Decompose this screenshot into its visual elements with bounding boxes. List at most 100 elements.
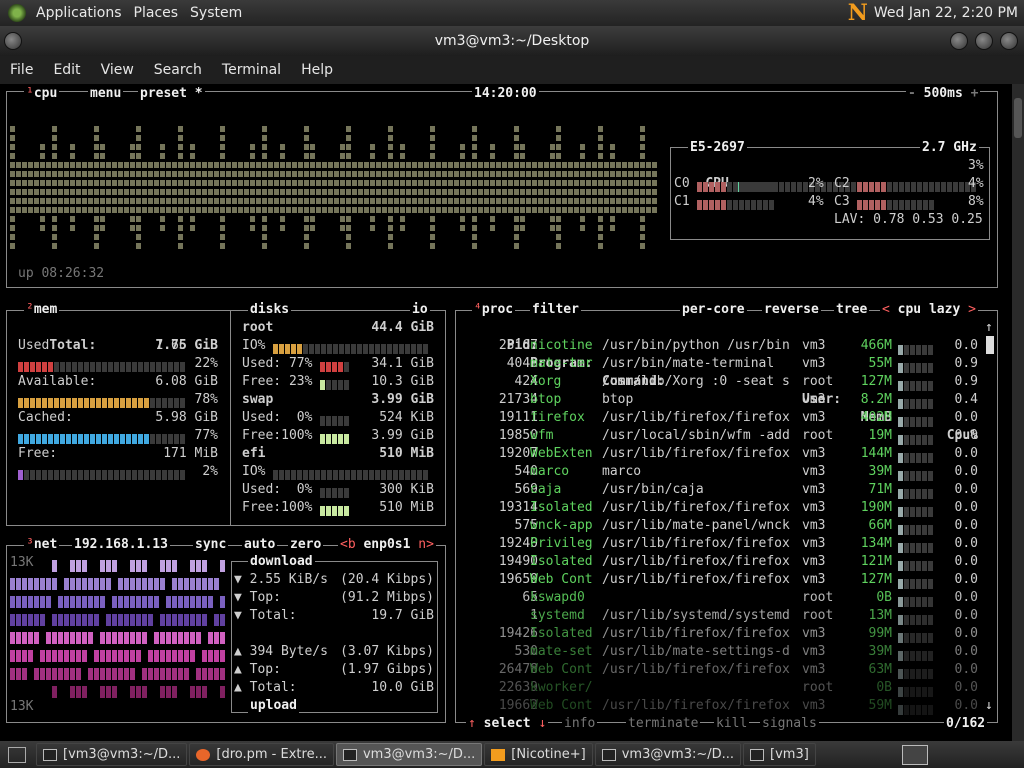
net-iface-selector[interactable]: <b enp0s1 n> [338,538,436,552]
proc-row[interactable]: 4048 mate-ter/usr/bin/mate-terminal vm3 55M… [462,355,980,373]
proc-row[interactable]: 1 systemd/usr/lib/systemd/systemd root 13M 0… [462,607,980,625]
net-graph-cell [16,560,21,572]
proc-scroll-up-icon[interactable]: ↑ [985,319,993,337]
terminal-icon [43,748,57,761]
cpu-menu-label[interactable]: menu [88,87,124,101]
net-graph-cell [40,650,45,662]
cpu-interval[interactable]: - 500ms + [906,87,981,101]
proc-row[interactable]: 23167 nicotine/usr/bin/python /usr/bin vm3… [462,337,980,355]
terminal-scrollbar[interactable] [1012,84,1024,741]
net-zero-toggle[interactable]: zero [288,538,324,552]
proc-pid: 1 [530,608,538,623]
proc-filter[interactable]: filter [530,303,581,317]
close-button[interactable] [1000,32,1018,50]
proc-row[interactable]: 19426 Isolated/usr/lib/firefox/firefox vm3… [462,625,980,643]
net-auto-toggle[interactable]: auto [242,538,278,552]
proc-row[interactable]: 530 mate-set/usr/lib/mate-settings-d vm3 39… [462,643,980,661]
panel-clock[interactable]: Wed Jan 22, 2:20 PM [874,5,1018,21]
taskbar-item[interactable]: [dro.pm - Extre... [189,743,334,766]
proc-row[interactable]: 19314 Isolated/usr/lib/firefox/firefox vm3… [462,499,980,517]
mem-box-title[interactable]: ²mem [24,303,60,317]
terminal-area[interactable]: ¹cpu menu preset * 14:20:00 - 500ms + up… [0,84,1012,741]
cpu-box-title[interactable]: ¹cpu [24,87,60,101]
proc-per-core-toggle[interactable]: per-core [680,303,747,317]
cpu-graph-column [136,126,141,252]
net-graph-cell [178,614,183,626]
proc-box-title[interactable]: ⁴proc [472,303,516,317]
proc-row[interactable]: 19207 WebExten/usr/lib/firefox/firefox vm3… [462,445,980,463]
menu-terminal[interactable]: Terminal [212,62,291,78]
cpu-graph-column [472,126,477,252]
proc-signals-button[interactable]: signals [760,717,819,731]
proc-row[interactable]: 540 marco marco vm3 39M 0.0 [462,463,980,481]
proc-scroll-down-icon[interactable]: ↓ [985,697,993,715]
cpu-graph-column [586,162,591,216]
proc-tree-toggle[interactable]: tree [834,303,870,317]
menu-help[interactable]: Help [291,62,343,78]
applications-menu[interactable]: Applications [30,5,128,21]
net-box-title[interactable]: ³net [24,538,60,552]
net-graph-cell [190,668,195,680]
net-graph-cell [136,614,141,626]
proc-terminate-button[interactable]: terminate [626,717,701,731]
proc-select[interactable]: ↑ select ↓ [466,717,549,731]
places-menu[interactable]: Places [128,5,185,21]
workspace-switcher[interactable] [902,744,928,765]
disks-box-title[interactable]: disks [248,303,292,317]
menu-edit[interactable]: Edit [43,62,90,78]
proc-row[interactable]: 19490 Isolated/usr/lib/firefox/firefox vm3… [462,553,980,571]
maximize-button[interactable] [975,32,993,50]
proc-info-button[interactable]: info [562,717,598,731]
net-graph-cell [64,650,69,662]
window-menu-icon[interactable] [4,32,22,50]
taskbar-item[interactable]: [Nicotine+] [484,743,593,766]
disks-io-toggle[interactable]: io [410,303,430,317]
proc-row[interactable]: 21734 btop btop vm3 8.2M 0.4 [462,391,980,409]
net-graph-cell [184,668,189,680]
net-graph-cell [46,686,51,698]
proc-row[interactable]: 19240 Privileg/usr/lib/firefox/firefox vm3… [462,535,980,553]
mem-row: Free: 171 MiB [18,445,218,463]
net-graph-cell [202,650,207,662]
cpu-graph-column [58,162,63,216]
proc-row[interactable]: 424 Xorg/usr/lib/Xorg :0 -seat s root 127M 0… [462,373,980,391]
net-sync-toggle[interactable]: sync [193,538,229,552]
proc-command: /usr/local/sbin/wfm -add [602,428,790,443]
proc-row[interactable]: 65 kswapd0 root 0B 0.0 [462,589,980,607]
proc-row[interactable]: 19659 Web Cont/usr/lib/firefox/firefox vm3… [462,571,980,589]
proc-scroll-thumb[interactable] [986,336,994,354]
taskbar-item[interactable]: [vm3] [743,743,816,766]
system-menu[interactable]: System [184,5,248,21]
proc-reverse-toggle[interactable]: reverse [762,303,821,317]
net-graph-cell [40,686,45,698]
proc-row[interactable]: 575 wnck-app/usr/lib/mate-panel/wnck vm3 66… [462,517,980,535]
menu-search[interactable]: Search [144,62,212,78]
nicotine-tray-icon[interactable]: N [848,0,868,26]
cpu-graph-column [244,162,249,216]
proc-row[interactable]: 19850 wfm/usr/local/sbin/wfm -add root 19M 0… [462,427,980,445]
show-desktop-icon[interactable] [8,746,26,763]
proc-row[interactable]: 19111 firefox/usr/lib/firefox/firefox vm3 4… [462,409,980,427]
proc-row[interactable]: 26478 Web Cont/usr/lib/firefox/firefox vm3… [462,661,980,679]
proc-sort-selector[interactable]: < cpu lazy > [880,303,978,317]
window-titlebar[interactable]: vm3@vm3:~/Desktop [0,26,1024,56]
taskbar-item[interactable]: vm3@vm3:~/D... [335,743,483,766]
cpu-graph-column [94,126,99,252]
net-graph-cell [208,560,213,572]
taskbar-item[interactable]: vm3@vm3:~/D... [594,743,742,766]
cpu-preset-label[interactable]: preset * [138,87,205,101]
proc-row[interactable]: 19662 Web Cont/usr/lib/firefox/firefox vm3… [462,697,980,715]
download-rate: ▼ 2.55 KiB/s (20.4 Kibps) [234,572,434,587]
proc-row[interactable]: 22639 kworker/root 0B 0.0 [462,679,980,697]
proc-pid: 19314 [498,500,538,515]
menu-view[interactable]: View [91,62,144,78]
net-graph-cell [22,560,27,572]
cpu-graph-column [352,162,357,216]
menu-file[interactable]: File [0,62,43,78]
proc-row[interactable]: 569 caja/usr/bin/caja vm3 71M 0.0 [462,481,980,499]
proc-kill-button[interactable]: kill [714,717,750,731]
distro-logo-icon[interactable] [8,4,26,22]
taskbar-item[interactable]: [vm3@vm3:~/D... [36,743,188,766]
net-graph-cell [184,596,189,608]
minimize-button[interactable] [950,32,968,50]
